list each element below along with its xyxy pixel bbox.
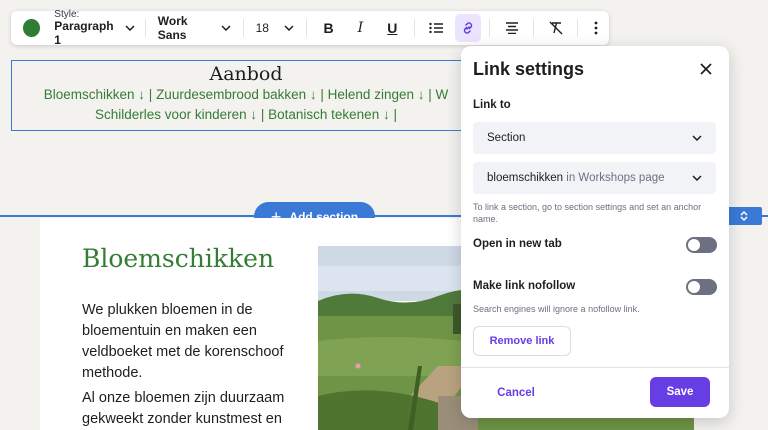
save-button[interactable]: Save bbox=[650, 377, 710, 407]
nofollow-label: Make link nofollow bbox=[473, 280, 576, 292]
chevron-down-icon[interactable] bbox=[219, 21, 232, 35]
open-new-tab-toggle[interactable] bbox=[686, 237, 717, 253]
selected-text-block[interactable]: Aanbod Bloemschikken ↓ | Zuurdesembrood … bbox=[11, 60, 481, 131]
toolbar-divider bbox=[306, 19, 308, 37]
font-dropdown[interactable]: Work Sans bbox=[158, 14, 219, 42]
link-type-select[interactable]: Section bbox=[473, 122, 716, 154]
toolbar-divider bbox=[413, 19, 415, 37]
bullet-list-icon[interactable] bbox=[423, 14, 450, 42]
open-new-tab-label: Open in new tab bbox=[473, 238, 562, 250]
move-section-handle[interactable] bbox=[726, 207, 762, 225]
italic-button[interactable]: I bbox=[347, 14, 374, 42]
align-center-icon[interactable] bbox=[498, 14, 525, 42]
toolbar-divider bbox=[144, 19, 146, 37]
section-paragraph-2: Al onze bloemen zijn duurzaam gekweekt z… bbox=[82, 390, 285, 427]
underline-button[interactable]: U bbox=[379, 14, 406, 42]
section-paragraph-1: We plukken bloemen in de bloementuin en … bbox=[82, 302, 284, 381]
remove-link-button[interactable]: Remove link bbox=[473, 326, 571, 356]
text-toolbar: Style: Paragraph 1 Work Sans 18 B I U bbox=[11, 9, 609, 46]
toolbar-divider bbox=[533, 19, 535, 37]
chevron-down-icon[interactable] bbox=[123, 21, 136, 35]
chevron-down-icon bbox=[692, 175, 702, 181]
toolbar-divider bbox=[577, 19, 579, 37]
style-dropdown[interactable]: Style: Paragraph 1 bbox=[54, 9, 123, 46]
chevron-down-icon[interactable] bbox=[283, 21, 296, 35]
bold-button[interactable]: B bbox=[315, 14, 342, 42]
toolbar-divider bbox=[242, 19, 244, 37]
link-type-value: Section bbox=[487, 132, 526, 144]
chevron-down-icon bbox=[692, 135, 702, 141]
more-options-icon[interactable] bbox=[582, 14, 609, 42]
close-icon[interactable] bbox=[697, 60, 715, 78]
clear-format-icon[interactable] bbox=[542, 14, 569, 42]
link-to-label: Link to bbox=[473, 99, 511, 111]
nofollow-toggle[interactable] bbox=[686, 279, 717, 295]
section-title: Bloemschikken bbox=[82, 244, 275, 273]
toolbar-divider bbox=[489, 19, 491, 37]
section-link-hint: To link a section, go to section setting… bbox=[473, 202, 702, 224]
cancel-button[interactable]: Cancel bbox=[491, 378, 541, 408]
dialog-footer-divider bbox=[461, 367, 729, 368]
style-value: Paragraph 1 bbox=[54, 19, 114, 47]
link-target-select[interactable]: bloemschikken in Workshops page bbox=[473, 162, 716, 194]
color-circle-icon[interactable] bbox=[23, 19, 41, 37]
link-target-value: bloemschikken in Workshops page bbox=[487, 172, 665, 184]
font-size-dropdown[interactable]: 18 bbox=[256, 21, 277, 35]
up-down-chevron-icon bbox=[740, 210, 748, 222]
heading-aanbod: Aanbod bbox=[209, 63, 283, 85]
nofollow-hint: Search engines will ignore a nofollow li… bbox=[473, 304, 640, 314]
link-icon[interactable] bbox=[454, 14, 482, 42]
anchor-links-line2[interactable]: Schilderles voor kinderen ↓ | Botanisch … bbox=[12, 105, 480, 125]
anchor-links-line1[interactable]: Bloemschikken ↓ | Zuurdesembrood bakken … bbox=[12, 85, 480, 105]
link-settings-dialog: Link settings Link to Section bloemschik… bbox=[461, 46, 729, 418]
dialog-title: Link settings bbox=[473, 59, 585, 79]
target-section-name: bloemschikken bbox=[487, 172, 564, 184]
target-page-suffix: in Workshops page bbox=[566, 172, 665, 184]
